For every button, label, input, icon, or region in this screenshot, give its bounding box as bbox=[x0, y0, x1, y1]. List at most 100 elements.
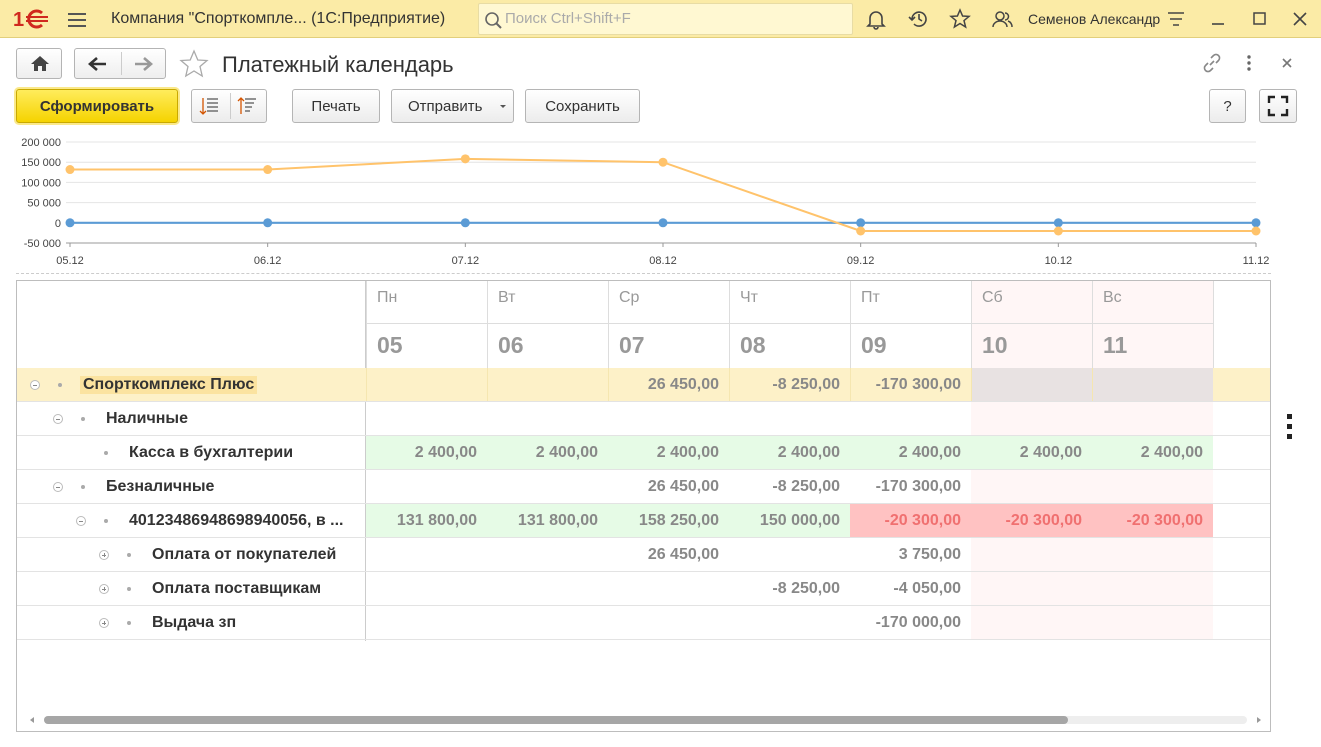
value-cell[interactable] bbox=[1092, 470, 1213, 503]
row-label[interactable]: 40123486948698940056, в ... bbox=[129, 512, 343, 530]
value-cell[interactable] bbox=[729, 606, 850, 639]
current-user[interactable]: Семенов Александр bbox=[1028, 11, 1160, 27]
row-label[interactable]: Оплата от покупателей bbox=[152, 546, 336, 564]
value-cell[interactable] bbox=[366, 368, 487, 401]
calendar-grid[interactable]: Пн 05 Вт 06 Ср 07 Чт 08 Пт 09 Сб 10 Вс 11 Спорткомплек… bbox=[16, 280, 1271, 732]
value-cell[interactable] bbox=[1092, 606, 1213, 639]
value-cell[interactable]: -170 300,00 bbox=[850, 470, 971, 503]
value-cell[interactable]: -8 250,00 bbox=[729, 470, 850, 503]
value-cell[interactable]: 2 400,00 bbox=[850, 436, 971, 469]
value-cell[interactable]: -8 250,00 bbox=[729, 368, 850, 401]
search-input[interactable] bbox=[505, 10, 835, 27]
value-cell[interactable]: 2 400,00 bbox=[366, 436, 487, 469]
value-cell[interactable] bbox=[1092, 402, 1213, 435]
value-cell[interactable] bbox=[971, 606, 1092, 639]
tree-collapse-icon[interactable] bbox=[53, 482, 63, 492]
value-cell[interactable]: 2 400,00 bbox=[487, 436, 608, 469]
favorites-star-icon[interactable] bbox=[949, 8, 971, 30]
send-button[interactable]: Отправить bbox=[391, 89, 514, 123]
value-cell[interactable]: 131 800,00 bbox=[366, 504, 487, 537]
value-cell[interactable] bbox=[487, 368, 608, 401]
row-label[interactable]: Наличные bbox=[106, 410, 188, 428]
value-cell[interactable]: -20 300,00 bbox=[971, 504, 1092, 537]
value-cell[interactable] bbox=[971, 572, 1092, 605]
row-label[interactable]: Спорткомплекс Плюс bbox=[80, 376, 258, 394]
value-cell[interactable]: 2 400,00 bbox=[608, 436, 729, 469]
value-cell[interactable]: -170 000,00 bbox=[850, 606, 971, 639]
tree-collapse-icon[interactable] bbox=[76, 516, 86, 526]
value-cell[interactable] bbox=[608, 572, 729, 605]
value-cell[interactable] bbox=[366, 606, 487, 639]
value-cell[interactable] bbox=[608, 402, 729, 435]
close-window-icon[interactable] bbox=[1289, 8, 1311, 30]
sort-ascending-icon[interactable] bbox=[230, 90, 268, 122]
value-cell[interactable]: 2 400,00 bbox=[971, 436, 1092, 469]
value-cell[interactable] bbox=[366, 572, 487, 605]
row-label[interactable]: Выдача зп bbox=[152, 614, 236, 632]
value-cell[interactable] bbox=[971, 470, 1092, 503]
users-icon[interactable] bbox=[991, 8, 1013, 30]
value-cell[interactable] bbox=[487, 538, 608, 571]
value-cell[interactable]: 131 800,00 bbox=[487, 504, 608, 537]
value-cell[interactable] bbox=[729, 538, 850, 571]
1c-logo-icon[interactable]: 1 bbox=[12, 7, 54, 31]
value-cell[interactable] bbox=[729, 402, 850, 435]
value-cell[interactable] bbox=[850, 402, 971, 435]
value-cell[interactable] bbox=[366, 470, 487, 503]
value-cell[interactable]: 26 450,00 bbox=[608, 368, 729, 401]
tree-expand-icon[interactable] bbox=[99, 550, 109, 560]
bell-icon[interactable] bbox=[865, 8, 887, 30]
print-button[interactable]: Печать bbox=[292, 89, 380, 123]
value-cell[interactable]: -170 300,00 bbox=[850, 368, 971, 401]
value-cell[interactable]: -8 250,00 bbox=[729, 572, 850, 605]
maximize-icon[interactable] bbox=[1249, 8, 1271, 30]
value-cell[interactable] bbox=[971, 368, 1092, 401]
value-cell[interactable] bbox=[487, 402, 608, 435]
value-cell[interactable] bbox=[1092, 368, 1213, 401]
back-arrow-icon[interactable] bbox=[75, 49, 121, 79]
value-cell[interactable]: 26 450,00 bbox=[608, 538, 729, 571]
value-cell[interactable]: 150 000,00 bbox=[729, 504, 850, 537]
value-cell[interactable]: -20 300,00 bbox=[1092, 504, 1213, 537]
tree-expand-icon[interactable] bbox=[99, 618, 109, 628]
scrollbar-thumb[interactable] bbox=[44, 716, 1068, 724]
settings-menu-icon[interactable] bbox=[1165, 8, 1187, 30]
home-button[interactable] bbox=[16, 48, 62, 79]
row-label[interactable]: Безналичные bbox=[106, 478, 214, 496]
value-cell[interactable]: -20 300,00 bbox=[850, 504, 971, 537]
minimize-icon[interactable] bbox=[1207, 8, 1229, 30]
value-cell[interactable]: 26 450,00 bbox=[608, 470, 729, 503]
main-menu-icon[interactable] bbox=[66, 9, 88, 29]
scroll-left-icon[interactable] bbox=[28, 716, 36, 724]
save-button[interactable]: Сохранить bbox=[525, 89, 640, 123]
tree-expand-icon[interactable] bbox=[99, 584, 109, 594]
add-to-favorites-star-icon[interactable] bbox=[178, 49, 210, 79]
link-icon[interactable] bbox=[1201, 52, 1223, 74]
value-cell[interactable] bbox=[971, 402, 1092, 435]
sort-descending-icon[interactable] bbox=[192, 90, 230, 122]
more-actions-icon[interactable] bbox=[1238, 52, 1260, 74]
fullscreen-button[interactable] bbox=[1259, 89, 1297, 123]
search-field[interactable] bbox=[478, 3, 853, 35]
value-cell[interactable] bbox=[487, 470, 608, 503]
tree-collapse-icon[interactable] bbox=[30, 380, 40, 390]
value-cell[interactable] bbox=[608, 606, 729, 639]
value-cell[interactable]: 2 400,00 bbox=[729, 436, 850, 469]
generate-button[interactable]: Сформировать bbox=[16, 89, 178, 123]
value-cell[interactable] bbox=[366, 538, 487, 571]
history-icon[interactable] bbox=[908, 8, 930, 30]
value-cell[interactable] bbox=[487, 606, 608, 639]
grid-context-menu-icon[interactable] bbox=[1287, 414, 1295, 444]
horizontal-scrollbar[interactable] bbox=[28, 714, 1263, 726]
scroll-right-icon[interactable] bbox=[1255, 716, 1263, 724]
close-form-icon[interactable] bbox=[1276, 52, 1298, 74]
value-cell[interactable] bbox=[1092, 572, 1213, 605]
value-cell[interactable]: -4 050,00 bbox=[850, 572, 971, 605]
value-cell[interactable] bbox=[487, 572, 608, 605]
value-cell[interactable] bbox=[366, 402, 487, 435]
row-label[interactable]: Оплата поставщикам bbox=[152, 580, 321, 598]
tree-collapse-icon[interactable] bbox=[53, 414, 63, 424]
forward-arrow-icon[interactable] bbox=[121, 49, 167, 79]
value-cell[interactable]: 3 750,00 bbox=[850, 538, 971, 571]
value-cell[interactable] bbox=[1092, 538, 1213, 571]
